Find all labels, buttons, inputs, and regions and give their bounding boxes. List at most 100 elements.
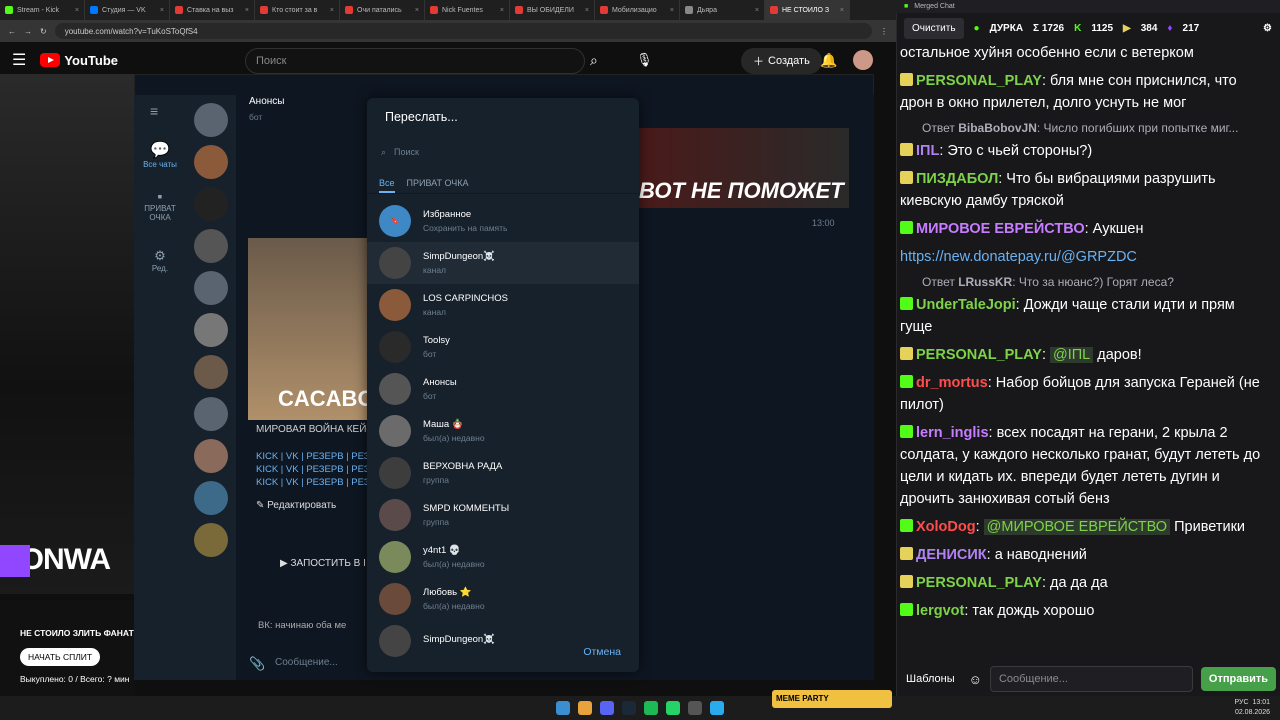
tab-all[interactable]: Все <box>379 170 395 193</box>
emoji-icon[interactable]: ☺ <box>969 672 982 687</box>
browser-tab[interactable]: Очи патались × <box>340 0 425 20</box>
extensions-icon[interactable]: ⋮ <box>880 27 888 36</box>
start-split-button[interactable]: НАЧАТЬ СПЛИТ <box>20 648 101 666</box>
create-button[interactable]: ＋ Создать <box>741 48 822 74</box>
tab-privat-ochka[interactable]: ПРИВАТ ОЧКА <box>407 170 469 193</box>
chrome-icon[interactable] <box>578 701 592 715</box>
avatar <box>379 457 411 489</box>
chat-avatar[interactable] <box>194 313 228 347</box>
chat-username[interactable]: lern_inglis <box>916 425 989 441</box>
browser-tab[interactable]: Кто стоит за в × <box>255 0 340 20</box>
dialog-chat-row[interactable]: Любовь ⭐ был(а) недавно <box>367 578 639 620</box>
close-icon[interactable]: × <box>415 7 419 14</box>
dialog-chat-row[interactable]: 🔖 Избранное Сохранить на память <box>367 200 639 242</box>
browser-tab[interactable]: Nick Fuentes × <box>425 0 510 20</box>
chat-link[interactable]: https://new.donatepay.ru/@GRPZDC <box>900 246 1268 268</box>
chat-avatar[interactable] <box>194 145 228 179</box>
dialog-chat-row[interactable]: Анонсы бот <box>367 368 639 410</box>
templates-button[interactable]: Шаблоны <box>900 673 961 685</box>
app-icon[interactable] <box>688 701 702 715</box>
youtube-search-input[interactable]: Поиск <box>245 48 585 74</box>
chat-avatar[interactable] <box>194 397 228 431</box>
close-icon[interactable]: × <box>670 7 674 14</box>
chat-avatar[interactable] <box>194 187 228 221</box>
youtube-logo[interactable]: YouTube <box>40 53 118 68</box>
browser-tab[interactable]: НЕ СТОИЛО З × <box>765 0 850 20</box>
spotify-icon[interactable] <box>644 701 658 715</box>
chat-username[interactable]: lergvot <box>916 603 964 619</box>
dialog-chat-row[interactable]: Маша 🪆 был(а) недавно <box>367 410 639 452</box>
forward-icon[interactable]: → <box>24 27 32 36</box>
telegram-icon[interactable] <box>710 701 724 715</box>
url-field[interactable]: youtube.com/watch?v=TuKoSToQfS4 <box>54 23 872 39</box>
close-icon[interactable]: × <box>245 7 249 14</box>
hamburger-icon[interactable]: ≡ <box>150 103 158 119</box>
chat-username[interactable]: PERSONAL_PLAY <box>916 73 1042 89</box>
dialog-search-input[interactable]: ⌕ Поиск <box>379 140 627 164</box>
edit-button[interactable]: ✎ Редактировать <box>256 500 336 511</box>
avatar[interactable] <box>853 50 873 70</box>
video-player[interactable] <box>0 74 134 594</box>
discord-icon[interactable] <box>600 701 614 715</box>
close-icon[interactable]: × <box>500 7 504 14</box>
browser-tab[interactable]: Мобилизацио × <box>595 0 680 20</box>
folder-all-chats[interactable]: 💬 Все чаты <box>136 140 184 169</box>
close-icon[interactable]: × <box>75 7 79 14</box>
chat-avatar[interactable] <box>194 103 228 137</box>
close-icon[interactable]: × <box>840 7 844 14</box>
chat-username[interactable]: ПИЗДАБОЛ <box>916 171 998 187</box>
chat-username[interactable]: PERSONAL_PLAY <box>916 575 1042 591</box>
reload-icon[interactable]: ↻ <box>40 27 47 36</box>
chat-avatar[interactable] <box>194 355 228 389</box>
folder-edit[interactable]: ⚙ Ред. <box>136 248 184 273</box>
settings-icon[interactable]: ⚙ <box>1263 23 1272 34</box>
browser-tab[interactable]: Студия — VK × <box>85 0 170 20</box>
whatsapp-icon[interactable] <box>666 701 680 715</box>
chat-message-input[interactable]: Сообщение... <box>989 666 1193 692</box>
close-icon[interactable]: × <box>585 7 589 14</box>
autopost-button[interactable]: ▶ ЗАПОСТИТЬ В I <box>280 558 366 569</box>
close-icon[interactable]: × <box>160 7 164 14</box>
chat-username[interactable]: PERSONAL_PLAY <box>916 347 1042 363</box>
chat-username[interactable]: dr_mortus <box>916 375 988 391</box>
chat-avatar[interactable] <box>194 439 228 473</box>
kick-badge-icon <box>900 221 913 234</box>
row-name: Избранное <box>423 209 472 220</box>
browser-tab[interactable]: ВЫ ОБИДЕЛИ × <box>510 0 595 20</box>
browser-tab[interactable]: Ставка на выз × <box>170 0 255 20</box>
close-icon[interactable]: × <box>330 7 334 14</box>
post-links[interactable]: KICK | VK | РЕЗЕРВ | РЕЗ KICK | VK | РЕЗЕ… <box>256 450 370 489</box>
chat-avatar[interactable] <box>194 523 228 557</box>
dialog-chat-row[interactable]: Toolsy бот <box>367 326 639 368</box>
compose-input[interactable]: Сообщение... <box>275 657 338 668</box>
chat-avatar[interactable] <box>194 481 228 515</box>
dialog-chat-row[interactable]: ВЕРХОВНА РАДА группа <box>367 452 639 494</box>
back-icon[interactable]: ← <box>8 27 16 36</box>
chat-avatar[interactable] <box>194 229 228 263</box>
close-icon[interactable]: × <box>755 7 759 14</box>
chat-username[interactable]: IПL <box>916 143 939 159</box>
send-button[interactable]: Отправить <box>1200 667 1276 691</box>
search-icon[interactable]: ⌕ <box>590 52 598 69</box>
cancel-button[interactable]: Отмена <box>583 646 621 658</box>
dialog-chat-row[interactable]: LOS CARPINCHOS канал <box>367 284 639 326</box>
dialog-chat-row[interactable]: y4nt1 💀 был(а) недавно <box>367 536 639 578</box>
microphone-icon[interactable]: 🎙 <box>636 52 653 68</box>
browser-tab[interactable]: Дьяра × <box>680 0 765 20</box>
chat-username[interactable]: ДЕНИСИК <box>916 547 987 563</box>
menu-icon[interactable]: ☰ <box>12 50 26 70</box>
clear-button[interactable]: Очистить <box>904 17 964 39</box>
chat-avatar[interactable] <box>194 271 228 305</box>
browser-tab[interactable]: Stream - Kick × <box>0 0 85 20</box>
dialog-chat-row[interactable]: SMPD КОММЕНТЫ группа <box>367 494 639 536</box>
bell-icon[interactable]: 🔔 <box>820 52 837 69</box>
chat-username[interactable]: XoloDog <box>916 519 976 535</box>
chat-username[interactable]: UnderTaleJopi <box>916 297 1016 313</box>
chat-username[interactable]: МИРОВОЕ ЕВРЕЙСТВО <box>916 221 1085 237</box>
row-name: Анонсы <box>423 377 457 388</box>
windows-start-icon[interactable] <box>556 701 570 715</box>
steam-icon[interactable] <box>622 701 636 715</box>
attach-icon[interactable]: 📎 <box>249 656 265 672</box>
folder-privat-ochka[interactable]: ▪ ПРИВАТ ОЧКА <box>136 188 184 222</box>
dialog-chat-row[interactable]: SimpDungeon☠️ канал <box>367 242 639 284</box>
